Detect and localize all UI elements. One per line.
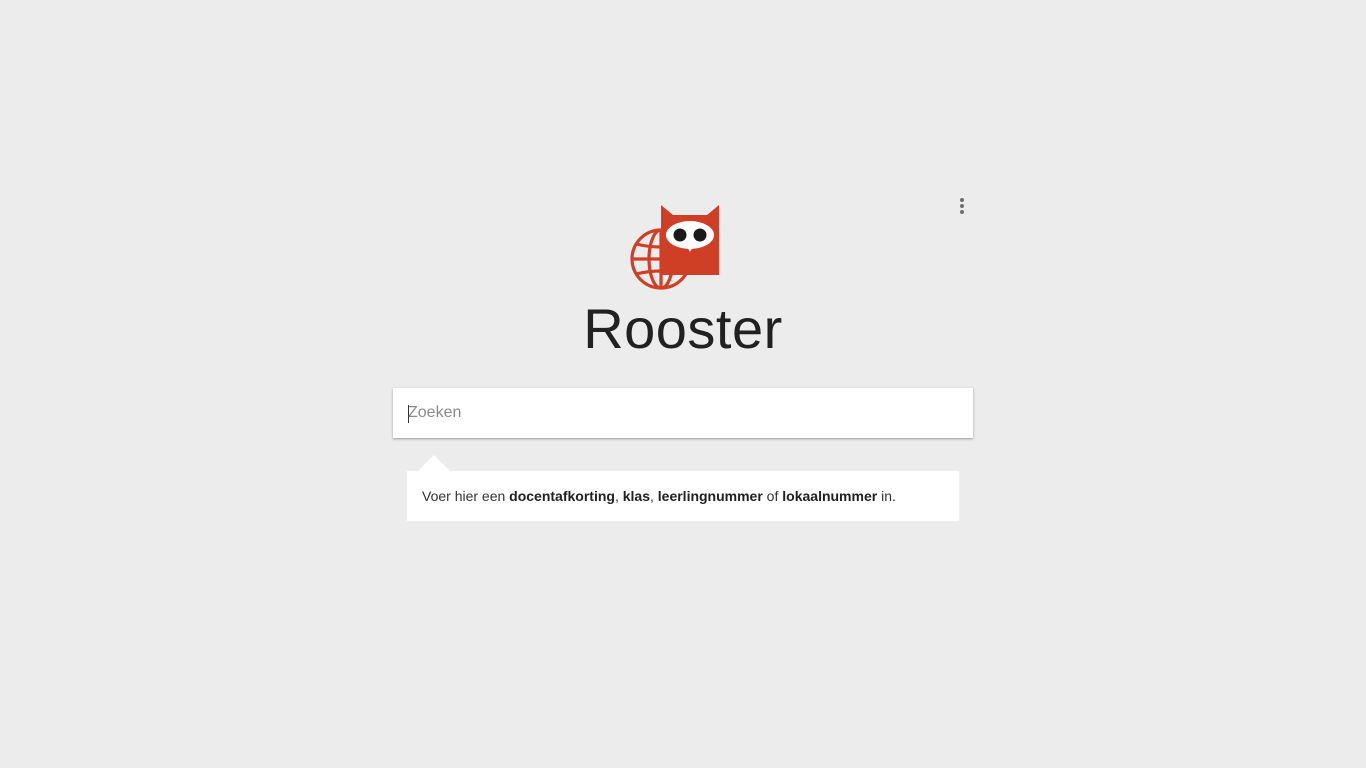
hint-text: in.	[877, 488, 896, 504]
hint-term-leerlingnummer: leerlingnummer	[657, 488, 763, 504]
hint-arrow	[418, 455, 450, 471]
hint-term-klas: klas	[622, 488, 650, 504]
hint-text: of	[762, 488, 783, 504]
search-hint: Voer hier een docentafkorting, klas, lee…	[407, 471, 959, 521]
hint-separator: ,	[614, 488, 623, 504]
hint-term-docentafkorting: docentafkorting	[509, 488, 615, 504]
owl-globe-logo-icon	[629, 203, 721, 293]
text-caret	[408, 405, 409, 423]
search-box	[393, 388, 973, 438]
more-vert-icon	[960, 198, 964, 214]
hint-separator: ,	[649, 488, 658, 504]
more-options-button[interactable]	[950, 194, 974, 218]
page: Rooster Voer hier een docentafkorting, k…	[0, 0, 1366, 768]
hint-text: Voer hier een	[422, 488, 510, 504]
search-input[interactable]	[393, 388, 973, 438]
hint-term-lokaalnummer: lokaalnummer	[782, 488, 878, 504]
page-title: Rooster	[583, 297, 783, 360]
